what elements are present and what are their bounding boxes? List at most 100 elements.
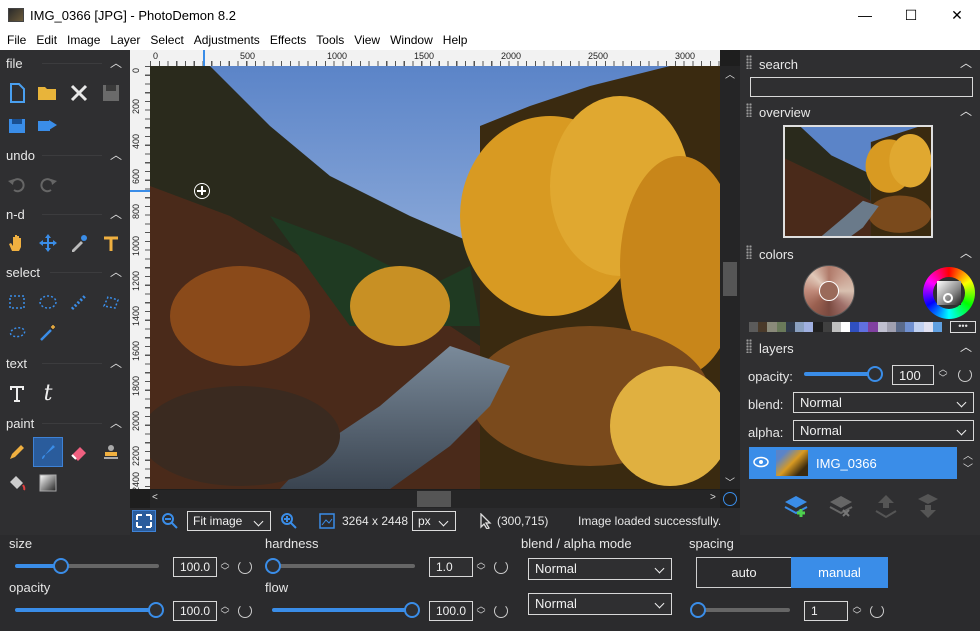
- zoom-out-icon[interactable]: [162, 513, 178, 532]
- new-image-icon[interactable]: [2, 78, 32, 108]
- reset-icon[interactable]: [870, 604, 884, 618]
- close-window-button[interactable]: ✕: [934, 0, 980, 30]
- line-select-icon[interactable]: [64, 287, 94, 317]
- delete-layer-icon[interactable]: [828, 493, 854, 522]
- layer-row[interactable]: IMG_0366: [749, 447, 957, 479]
- palette-swatch[interactable]: [831, 322, 841, 332]
- palette-swatch[interactable]: [758, 322, 768, 332]
- reset-icon[interactable]: [958, 368, 972, 382]
- reset-icon[interactable]: [494, 604, 508, 618]
- menu-view[interactable]: View: [349, 33, 385, 47]
- layer-scroll-arrows-icon[interactable]: ︿ ﹀: [963, 450, 973, 476]
- opacity-slider[interactable]: [15, 608, 157, 612]
- more-colors-button[interactable]: •••: [950, 321, 976, 333]
- spin-arrows-icon[interactable]: ︿ ﹀: [220, 558, 230, 576]
- layer-alpha-dropdown[interactable]: Normal: [793, 420, 974, 441]
- typography-tool-icon[interactable]: t: [33, 378, 63, 408]
- hardness-knob[interactable]: [265, 558, 281, 574]
- reset-icon[interactable]: [494, 560, 508, 574]
- collapse-icon[interactable]: ︿: [960, 244, 972, 261]
- palette-swatch[interactable]: [804, 322, 814, 332]
- menu-tools[interactable]: Tools: [311, 33, 349, 47]
- overview-panel-header[interactable]: overview ︿: [740, 100, 980, 122]
- colors-panel-header[interactable]: colors ︿: [740, 242, 980, 264]
- palette-swatch[interactable]: [840, 322, 851, 332]
- hand-tool-icon[interactable]: [2, 228, 32, 258]
- maximize-button[interactable]: ☐: [888, 0, 934, 30]
- zoom-in-icon[interactable]: [281, 513, 297, 532]
- menu-effects[interactable]: Effects: [265, 33, 311, 47]
- menu-window[interactable]: Window: [385, 33, 438, 47]
- image-canvas[interactable]: [150, 66, 720, 489]
- palette-swatch[interactable]: [813, 322, 823, 332]
- unit-dropdown[interactable]: px: [412, 511, 456, 531]
- layer-opacity-slider[interactable]: [804, 372, 874, 376]
- open-folder-icon[interactable]: [33, 78, 63, 108]
- layer-opacity-knob[interactable]: [867, 366, 883, 382]
- spacing-slider[interactable]: [698, 608, 790, 612]
- hardness-input[interactable]: 1.0: [429, 557, 473, 577]
- visibility-eye-icon[interactable]: [753, 456, 769, 468]
- scrollbar-thumb[interactable]: [417, 491, 451, 507]
- layer-blend-dropdown[interactable]: Normal: [793, 392, 974, 413]
- hardness-slider[interactable]: [272, 564, 415, 568]
- scroll-down-icon[interactable]: ﹀: [725, 474, 735, 489]
- toolbox-section-select[interactable]: select ︿: [0, 261, 130, 283]
- spacing-input[interactable]: 1: [804, 601, 848, 621]
- scroll-up-icon[interactable]: ︿: [725, 66, 735, 81]
- opacity-input[interactable]: 100.0: [173, 601, 217, 621]
- layers-panel-header[interactable]: layers ︿: [740, 336, 980, 358]
- export-icon[interactable]: [33, 110, 63, 140]
- ellipse-select-icon[interactable]: [33, 287, 63, 317]
- reset-icon[interactable]: [238, 560, 252, 574]
- color-palette[interactable]: [749, 322, 942, 332]
- search-input[interactable]: [750, 77, 973, 97]
- spacing-manual-button[interactable]: manual: [791, 557, 888, 588]
- toolbox-section-file[interactable]: file ︿: [0, 52, 130, 74]
- collapse-icon[interactable]: ︿: [960, 54, 972, 71]
- measure-tool-icon[interactable]: [96, 228, 126, 258]
- search-panel-header[interactable]: search ︿: [740, 52, 980, 74]
- palette-swatch[interactable]: [767, 322, 777, 332]
- palette-swatch[interactable]: [859, 322, 869, 332]
- layer-opacity-input[interactable]: 100: [892, 365, 934, 385]
- brush-blend-dropdown[interactable]: Normal: [528, 558, 672, 580]
- spin-arrows-icon[interactable]: ︿ ﹀: [476, 602, 486, 620]
- gradient-icon[interactable]: [33, 468, 63, 498]
- scrollbar-thumb[interactable]: [723, 262, 737, 296]
- overview-thumbnail[interactable]: [783, 125, 933, 238]
- move-layer-up-icon[interactable]: [873, 493, 899, 522]
- magic-wand-icon[interactable]: [33, 318, 63, 348]
- rect-select-icon[interactable]: [2, 287, 32, 317]
- drag-grip-icon[interactable]: [746, 55, 752, 69]
- toolbox-section-text[interactable]: text ︿: [0, 352, 130, 374]
- menu-layer[interactable]: Layer: [105, 33, 145, 47]
- brush-alpha-dropdown[interactable]: Normal: [528, 593, 672, 615]
- palette-swatch[interactable]: [785, 322, 795, 332]
- palette-swatch[interactable]: [905, 322, 915, 332]
- color-picker-icon[interactable]: [64, 228, 94, 258]
- flow-input[interactable]: 100.0: [429, 601, 473, 621]
- flow-slider[interactable]: [272, 608, 414, 612]
- text-tool-icon[interactable]: [2, 378, 32, 408]
- color-harmony-wheel[interactable]: [803, 265, 855, 317]
- menu-adjustments[interactable]: Adjustments: [189, 33, 265, 47]
- menu-help[interactable]: Help: [438, 33, 473, 47]
- palette-swatch[interactable]: [868, 322, 878, 332]
- save-icon[interactable]: [96, 78, 126, 108]
- toolbox-section-paint[interactable]: paint ︿: [0, 412, 130, 434]
- spacing-knob[interactable]: [690, 602, 706, 618]
- lasso-select-icon[interactable]: [2, 318, 32, 348]
- palette-swatch[interactable]: [850, 322, 860, 332]
- save-as-icon[interactable]: [2, 110, 32, 140]
- eraser-icon[interactable]: [64, 437, 94, 467]
- clone-stamp-icon[interactable]: [96, 437, 126, 467]
- palette-swatch[interactable]: [749, 322, 759, 332]
- palette-swatch[interactable]: [877, 322, 887, 332]
- drag-grip-icon[interactable]: [746, 245, 752, 259]
- drag-grip-icon[interactable]: [746, 103, 752, 117]
- move-tool-icon[interactable]: [33, 228, 63, 258]
- redo-icon[interactable]: [33, 169, 63, 199]
- toolbox-section-nd[interactable]: n-d ︿: [0, 203, 130, 225]
- flow-knob[interactable]: [404, 602, 420, 618]
